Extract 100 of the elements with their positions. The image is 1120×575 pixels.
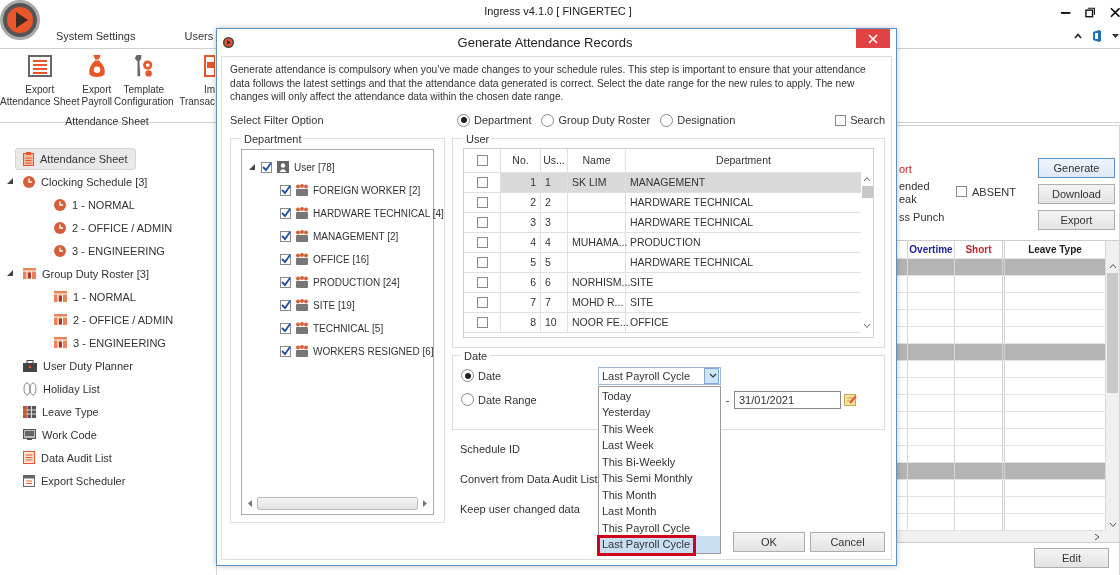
row-checkbox[interactable] xyxy=(476,176,488,188)
row-checkbox[interactable] xyxy=(476,296,488,308)
sidebar-item[interactable]: 2 - OFFICE / ADMIN xyxy=(46,309,183,330)
menu-tab[interactable]: Users xyxy=(184,30,214,42)
dropdown-option[interactable]: Last Payroll Cycle xyxy=(599,536,720,553)
dropdown-option[interactable]: Last Week xyxy=(599,437,720,454)
close-icon[interactable] xyxy=(1109,6,1120,18)
dropdown-option[interactable]: This Semi Monthly xyxy=(599,470,720,487)
tree-checkbox[interactable] xyxy=(280,184,291,196)
sidebar-item[interactable]: Data Audit List xyxy=(15,447,121,468)
calendar-icon[interactable] xyxy=(844,393,857,406)
table-row[interactable]: 5 5 HARDWARE TECHNICAL xyxy=(464,252,861,273)
table-row[interactable]: 6 6 NORHISM...SITE xyxy=(464,272,861,293)
radio-label[interactable]: Department xyxy=(474,114,532,126)
radio-button[interactable] xyxy=(457,113,470,127)
sidebar-item[interactable]: Leave Type xyxy=(15,401,108,422)
tree-checkbox[interactable] xyxy=(280,345,291,357)
radio-button[interactable] xyxy=(541,113,555,127)
sidebar-item[interactable]: Export Scheduler xyxy=(15,470,135,491)
ribbon-button[interactable]: Template Configuration xyxy=(114,54,174,114)
dialog-button[interactable]: OK xyxy=(733,531,805,552)
panel-button[interactable]: Generate xyxy=(1038,158,1115,178)
dialog-button[interactable]: Cancel xyxy=(810,531,885,552)
tree-item[interactable]: HARDWARE TECHNICAL [4] xyxy=(313,207,444,219)
expand-arrow-icon[interactable] xyxy=(7,178,14,185)
table-row[interactable]: 7 7 MOHD R... SITE xyxy=(464,292,861,313)
tree-item[interactable]: TECHNICAL [5] xyxy=(313,322,384,334)
table-row[interactable]: 3 3 HARDWARE TECHNICAL xyxy=(464,212,861,233)
sidebar-item[interactable]: 3 - ENGINEERING xyxy=(46,240,174,261)
collapse-caret-icon[interactable] xyxy=(1074,33,1082,39)
row-checkbox[interactable] xyxy=(476,196,488,208)
column-header[interactable]: No. xyxy=(512,154,529,166)
scroll-arrow-icon[interactable] xyxy=(248,499,253,507)
radio-label[interactable]: Group Duty Roster xyxy=(558,114,651,126)
horizontal-scrollbar[interactable] xyxy=(897,531,1106,542)
tree-item[interactable]: MANAGEMENT [2] xyxy=(313,230,399,242)
sidebar-item[interactable]: 1 - NORMAL xyxy=(46,194,144,215)
ribbon-button[interactable]: Export Payroll xyxy=(81,54,113,114)
tree-checkbox[interactable] xyxy=(280,276,291,288)
panel-button[interactable]: Export xyxy=(1038,210,1115,230)
scroll-thumb[interactable] xyxy=(1107,273,1118,393)
menu-tab[interactable]: System Settings xyxy=(56,30,136,42)
table-row[interactable]: 8 10 NOOR FE...OFFICE xyxy=(464,312,861,333)
expand-arrow-icon[interactable] xyxy=(249,163,256,171)
tree-checkbox[interactable] xyxy=(280,230,291,242)
scroll-thumb[interactable] xyxy=(861,185,873,198)
radio-button[interactable] xyxy=(660,113,674,127)
row-checkbox[interactable] xyxy=(476,236,488,248)
sidebar-item[interactable]: 1 - NORMAL xyxy=(46,286,145,307)
sidebar-item[interactable]: Attendance Sheet xyxy=(15,147,137,170)
row-checkbox[interactable] xyxy=(476,276,488,288)
dropdown-option[interactable]: Today xyxy=(599,387,720,404)
table-row[interactable]: 4 4 MUHAMA... PRODUCTION xyxy=(464,232,861,253)
end-date-field[interactable]: 31/01/2021 xyxy=(734,390,841,409)
radio-label[interactable]: Date xyxy=(478,369,502,382)
row-checkbox[interactable] xyxy=(476,256,488,268)
dropdown-option[interactable]: This Week xyxy=(599,420,720,437)
dropdown-option[interactable]: Yesterday xyxy=(599,404,720,421)
dropdown-option[interactable]: This Bi-Weekly xyxy=(599,453,720,470)
sidebar-item[interactable]: Holiday List xyxy=(15,377,109,400)
ribbon-button[interactable]: Export Attendance Sheet xyxy=(0,54,80,114)
caret-icon[interactable] xyxy=(1112,33,1119,39)
tree-item[interactable]: FOREIGN WORKER [2] xyxy=(313,184,421,196)
tree-checkbox[interactable] xyxy=(280,322,291,334)
scroll-arrow-icon[interactable] xyxy=(422,499,427,507)
column-header[interactable]: Short xyxy=(965,244,992,255)
tree-checkbox[interactable] xyxy=(280,207,291,219)
dropdown-option[interactable]: This Payroll Cycle xyxy=(599,519,720,536)
radio-label[interactable]: Date Range xyxy=(478,393,537,406)
row-checkbox[interactable] xyxy=(476,216,488,228)
column-header[interactable]: Department xyxy=(716,154,771,166)
sidebar-item[interactable]: Work Code xyxy=(15,424,106,445)
edit-button[interactable]: Edit xyxy=(1034,548,1109,568)
tree-item[interactable]: PRODUCTION [24] xyxy=(313,276,400,288)
search-checkbox[interactable] xyxy=(835,114,847,126)
row-checkbox[interactable] xyxy=(476,316,488,328)
sidebar-item[interactable]: Group Duty Roster [3] xyxy=(15,263,158,284)
app-logo[interactable] xyxy=(0,0,40,40)
table-row[interactable]: 2 2 HARDWARE TECHNICAL xyxy=(464,192,861,213)
sidebar-item[interactable]: 3 - ENGINEERING xyxy=(46,332,175,353)
close-button[interactable] xyxy=(856,29,890,48)
dropdown-option[interactable]: This Month xyxy=(599,486,720,503)
absent-checkbox[interactable] xyxy=(956,186,967,197)
expand-arrow-icon[interactable] xyxy=(7,270,14,277)
column-header[interactable]: Us... xyxy=(543,154,565,166)
panel-button[interactable]: Download xyxy=(1038,184,1115,204)
tree-item[interactable]: User [78] xyxy=(294,161,335,173)
tree-checkbox[interactable] xyxy=(280,253,291,265)
sidebar-item[interactable]: Clocking Schedule [3] xyxy=(15,171,157,192)
tree-item[interactable]: SITE [19] xyxy=(313,299,355,311)
table-row[interactable]: 1 1 SK LIM MANAGEMENT xyxy=(464,172,861,193)
radio-label[interactable]: Designation xyxy=(677,114,736,126)
tree-checkbox[interactable] xyxy=(280,299,291,311)
tile-icon[interactable] xyxy=(1092,30,1102,42)
vertical-scrollbar[interactable] xyxy=(1106,241,1119,542)
restore-icon[interactable] xyxy=(1085,6,1096,18)
radio-button[interactable] xyxy=(461,369,474,382)
radio-button[interactable] xyxy=(461,393,474,406)
select-all-checkbox[interactable] xyxy=(476,154,488,166)
tree-checkbox[interactable] xyxy=(261,161,272,173)
